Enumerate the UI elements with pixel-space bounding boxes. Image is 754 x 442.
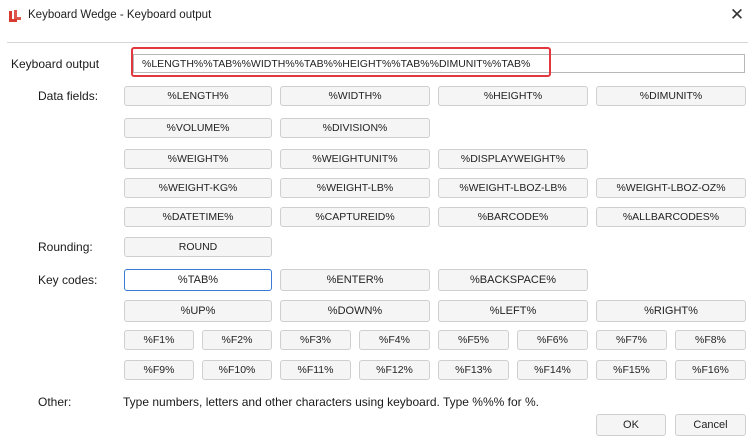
key-button-tab[interactable]: %TAB% [124, 269, 272, 291]
field-button-weight[interactable]: %WEIGHT% [124, 149, 272, 169]
fkey-button-f16[interactable]: %F16% [675, 360, 746, 380]
window-title: Keyboard Wedge - Keyboard output [28, 9, 212, 21]
field-button-weight-lb[interactable]: %WEIGHT-LB% [280, 178, 430, 198]
keyboard-output-label: Keyboard output [11, 57, 100, 71]
fkey-button-f11[interactable]: %F11% [280, 360, 351, 380]
field-button-volume[interactable]: %VOLUME% [124, 118, 272, 138]
field-button-length[interactable]: %LENGTH% [124, 86, 272, 106]
key-button-up[interactable]: %UP% [124, 300, 272, 322]
fkey-button-f1[interactable]: %F1% [124, 330, 194, 350]
data-fields-label: Data fields: [38, 89, 99, 103]
field-button-weight-kg[interactable]: %WEIGHT-KG% [124, 178, 272, 198]
field-button-datetime[interactable]: %DATETIME% [124, 207, 272, 227]
fkey-button-f4[interactable]: %F4% [359, 330, 430, 350]
field-button-division[interactable]: %DIVISION% [280, 118, 430, 138]
field-button-height[interactable]: %HEIGHT% [438, 86, 588, 106]
fkey-button-f10[interactable]: %F10% [202, 360, 272, 380]
key-button-enter[interactable]: %ENTER% [280, 269, 430, 291]
key-button-down[interactable]: %DOWN% [280, 300, 430, 322]
fkey-button-f2[interactable]: %F2% [202, 330, 272, 350]
fkey-button-f6[interactable]: %F6% [517, 330, 588, 350]
cancel-button[interactable]: Cancel [675, 414, 746, 436]
fkey-button-f8[interactable]: %F8% [675, 330, 746, 350]
field-button-weight-lboz-lb[interactable]: %WEIGHT-LBOZ-LB% [438, 178, 588, 198]
field-button-weight-lboz-oz[interactable]: %WEIGHT-LBOZ-OZ% [596, 178, 746, 198]
field-button-width[interactable]: %WIDTH% [280, 86, 430, 106]
key-button-backspace[interactable]: %BACKSPACE% [438, 269, 588, 291]
keyboard-output-field[interactable]: %LENGTH%%TAB%%WIDTH%%TAB%%HEIGHT%%TAB%%D… [133, 54, 745, 73]
fkey-button-f14[interactable]: %F14% [517, 360, 588, 380]
title-divider [7, 42, 748, 43]
fkey-button-f5[interactable]: %F5% [438, 330, 509, 350]
other-instructions: Type numbers, letters and other characte… [123, 395, 539, 409]
fkey-button-f13[interactable]: %F13% [438, 360, 509, 380]
field-button-weightunit[interactable]: %WEIGHTUNIT% [280, 149, 430, 169]
close-icon[interactable]: ✕ [726, 5, 748, 25]
key-button-left[interactable]: %LEFT% [438, 300, 588, 322]
field-button-allbarcodes[interactable]: %ALLBARCODES% [596, 207, 746, 227]
title-bar: Keyboard Wedge - Keyboard output ✕ [0, 0, 754, 32]
key-codes-label: Key codes: [38, 273, 98, 287]
field-button-barcode[interactable]: %BARCODE% [438, 207, 588, 227]
fkey-button-f3[interactable]: %F3% [280, 330, 351, 350]
fkey-button-f9[interactable]: %F9% [124, 360, 194, 380]
field-button-captureid[interactable]: %CAPTUREID% [280, 207, 430, 227]
other-label: Other: [38, 395, 72, 409]
field-button-dimunit[interactable]: %DIMUNIT% [596, 86, 746, 106]
fkey-button-f12[interactable]: %F12% [359, 360, 430, 380]
fkey-button-f15[interactable]: %F15% [596, 360, 667, 380]
keyboard-wedge-logo-icon [9, 10, 21, 22]
round-button[interactable]: ROUND [124, 237, 272, 257]
field-button-displayweight[interactable]: %DISPLAYWEIGHT% [438, 149, 588, 169]
fkey-button-f7[interactable]: %F7% [596, 330, 667, 350]
rounding-label: Rounding: [38, 240, 93, 254]
ok-button[interactable]: OK [596, 414, 666, 436]
key-button-right[interactable]: %RIGHT% [596, 300, 746, 322]
